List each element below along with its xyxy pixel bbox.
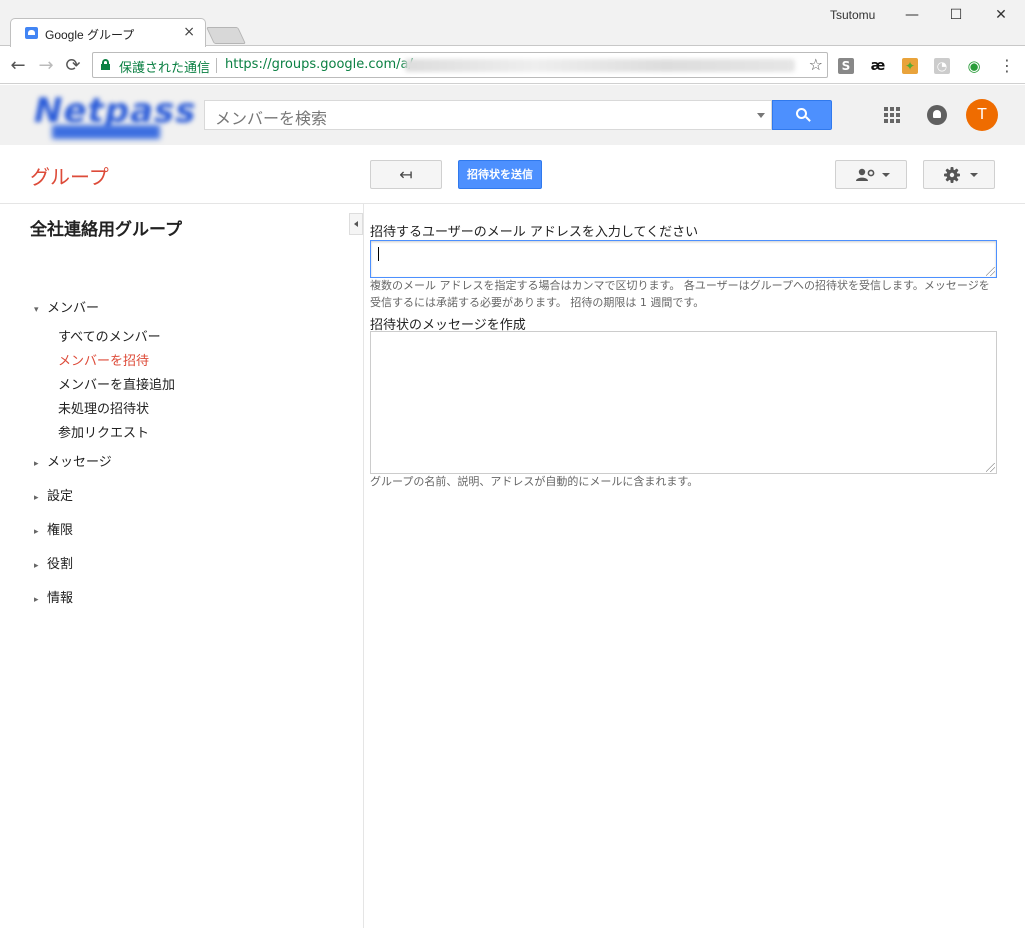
sidebar-item-all-members[interactable]: すべてのメンバー <box>58 326 161 345</box>
member-actions-button[interactable] <box>835 160 907 189</box>
ext-s-icon[interactable]: S <box>838 58 854 74</box>
address-separator <box>216 58 217 73</box>
back-button[interactable]: ↤ <box>370 160 442 189</box>
email-field-hint: 複数のメール アドレスを指定する場合はカンマで区切ります。 各ユーザーはグループ… <box>370 279 990 309</box>
invitation-message-field[interactable] <box>370 331 997 474</box>
tab-title: Google グループ <box>45 28 135 42</box>
sidebar-section-label: 設定 <box>47 489 74 504</box>
collapsed-chevron-icon: ▸ <box>34 493 39 503</box>
page-title[interactable]: グループ <box>30 161 109 190</box>
sidebar-item-pending-invitations[interactable]: 未処理の招待状 <box>58 398 149 417</box>
browser-toolbar: ← → ⟳ 保護された通信 https://groups.google.com/… <box>0 47 1025 84</box>
back-arrow-icon[interactable]: ← <box>7 55 29 77</box>
sidebar-section-label: 情報 <box>47 591 74 606</box>
company-logo[interactable]: Netpass <box>30 89 196 144</box>
apps-grid-icon[interactable] <box>884 107 900 123</box>
chevron-down-icon <box>970 173 978 177</box>
resize-handle-icon[interactable] <box>986 463 995 472</box>
browser-tab[interactable]: Google グループ × <box>10 18 206 47</box>
search-placeholder: メンバーを検索 <box>215 109 328 128</box>
browser-titlebar: Google グループ × Tsutomu — ☐ ✕ <box>0 0 1025 47</box>
address-bar[interactable]: 保護された通信 https://groups.google.com/a/ ☆ <box>92 52 828 78</box>
ae-icon[interactable]: æ <box>870 58 886 74</box>
sidebar-section-info[interactable]: ▸ 情報 <box>34 587 73 606</box>
add-person-icon <box>856 168 875 181</box>
window-close-button[interactable]: ✕ <box>979 2 1023 28</box>
search-options-chevron-down-icon[interactable] <box>757 113 765 118</box>
maximize-button[interactable]: ☐ <box>934 2 978 28</box>
secure-connection-label: 保護された通信 <box>119 61 211 76</box>
sidebar-section-label: メンバー <box>47 301 100 316</box>
email-field-label: 招待するユーザーのメール アドレスを入力してください <box>370 225 699 240</box>
rss-icon[interactable]: ◔ <box>934 58 950 74</box>
browser-menu-icon[interactable]: ⋮ <box>996 55 1018 77</box>
sidebar-item-invite-members[interactable]: メンバーを招待 <box>58 350 149 369</box>
minimize-button[interactable]: — <box>890 2 934 28</box>
sidebar-section-permissions[interactable]: ▸ 権限 <box>34 519 73 538</box>
avatar[interactable]: T <box>966 99 998 131</box>
text-cursor <box>378 247 379 261</box>
reload-icon[interactable]: ⟳ <box>62 55 84 77</box>
notifications-bell-icon[interactable] <box>927 105 947 125</box>
back-arrow-icon: ↤ <box>399 165 413 184</box>
browser-profile-name[interactable]: Tsutomu <box>830 8 875 22</box>
collapsed-chevron-icon: ▸ <box>34 459 39 469</box>
sidebar-section-messages[interactable]: ▸ メッセージ <box>34 451 112 470</box>
sidebar-section-settings[interactable]: ▸ 設定 <box>34 485 73 504</box>
resize-handle-icon[interactable] <box>986 267 995 276</box>
sidebar-item-add-members-directly[interactable]: メンバーを直接追加 <box>58 374 175 393</box>
collapsed-chevron-icon: ▸ <box>34 527 39 537</box>
group-name[interactable]: 全社連絡用グループ <box>30 215 182 240</box>
collapsed-chevron-icon: ▸ <box>34 561 39 571</box>
puzzle-icon[interactable]: ✦ <box>902 58 918 74</box>
lock-icon <box>101 59 110 70</box>
tab-close-icon[interactable]: × <box>183 24 195 40</box>
sidebar-section-label: 役割 <box>47 557 74 572</box>
gear-icon <box>944 167 960 183</box>
action-bar: グループ ↤ 招待状を送信 <box>0 145 1025 204</box>
circle-icon[interactable]: ◉ <box>966 58 982 74</box>
groups-header: Netpass メンバーを検索 T <box>0 85 1025 145</box>
sidebar: 全社連絡用グループ ▾ メンバー すべてのメンバー メンバーを招待 メンバーを直接… <box>0 204 364 928</box>
sidebar-section-label: メッセージ <box>47 455 112 470</box>
forward-arrow-icon[interactable]: → <box>35 55 57 77</box>
member-search-input[interactable]: メンバーを検索 <box>204 100 772 130</box>
url-redacted <box>405 59 795 72</box>
new-tab-button[interactable] <box>206 27 246 44</box>
settings-button[interactable] <box>923 160 995 189</box>
sidebar-section-label: 権限 <box>47 523 74 538</box>
sidebar-section-roles[interactable]: ▸ 役割 <box>34 553 73 572</box>
url-text: https://groups.google.com/a/ <box>225 57 413 72</box>
message-field-hint: グループの名前、説明、アドレスが自動的にメールに含まれます。 <box>370 475 699 488</box>
sidebar-item-join-requests[interactable]: 参加リクエスト <box>58 422 149 441</box>
bookmark-star-icon[interactable]: ☆ <box>809 55 823 74</box>
invite-email-field[interactable] <box>370 240 997 278</box>
search-button[interactable] <box>772 100 832 130</box>
google-groups-favicon-icon <box>25 27 38 39</box>
chevron-down-icon <box>882 173 890 177</box>
collapse-sidebar-button[interactable] <box>349 213 363 235</box>
collapsed-chevron-icon: ▸ <box>34 595 39 605</box>
expanded-chevron-icon: ▾ <box>34 305 39 315</box>
sidebar-section-members[interactable]: ▾ メンバー <box>34 297 99 316</box>
send-invitation-button[interactable]: 招待状を送信 <box>458 160 542 189</box>
logo-subbar <box>52 125 160 139</box>
